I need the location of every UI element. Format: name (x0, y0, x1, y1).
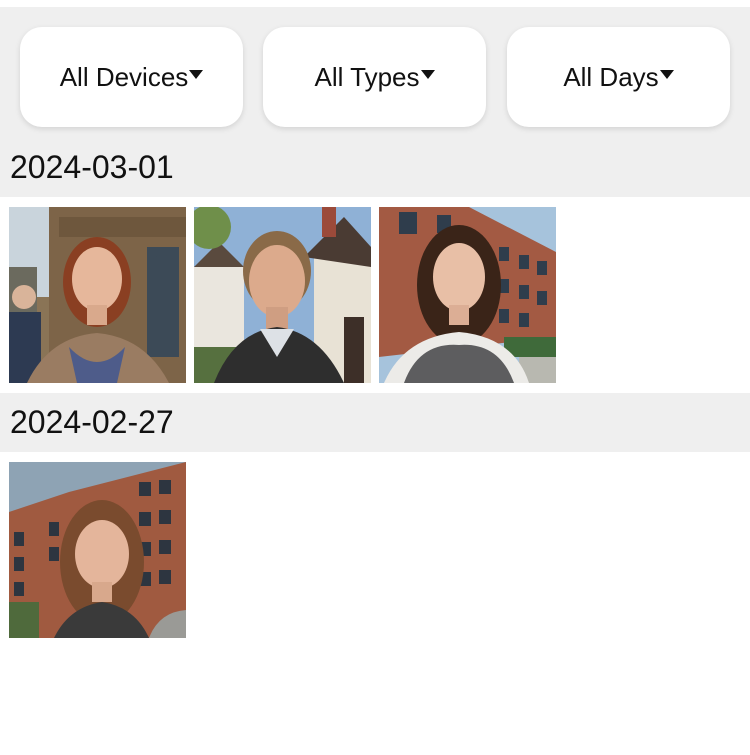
photo-thumbnail[interactable] (9, 462, 186, 638)
date-section-header: 2024-03-01 (0, 138, 750, 197)
portrait-photo-image (9, 207, 186, 383)
type-filter-label: All Types (314, 61, 420, 92)
caret-down-icon (420, 69, 435, 79)
date-section-header: 2024-02-27 (0, 393, 750, 452)
device-filter-label: All Devices (59, 61, 189, 92)
top-strip (0, 0, 750, 7)
filter-bar: All Devices All Types All Days (0, 7, 750, 138)
type-filter-dropdown[interactable]: All Types (263, 27, 486, 127)
day-filter-dropdown[interactable]: All Days (507, 27, 730, 127)
day-filter-label: All Days (563, 61, 659, 92)
portrait-photo-image (9, 462, 186, 638)
photo-grid (0, 197, 750, 393)
photo-thumbnail[interactable] (9, 207, 186, 383)
portrait-photo-image (379, 207, 556, 383)
photo-grid (0, 452, 750, 648)
photo-thumbnail[interactable] (194, 207, 371, 383)
caret-down-icon (189, 69, 204, 79)
device-filter-dropdown[interactable]: All Devices (20, 27, 243, 127)
portrait-photo-image (194, 207, 371, 383)
photo-thumbnail[interactable] (379, 207, 556, 383)
caret-down-icon (659, 69, 674, 79)
